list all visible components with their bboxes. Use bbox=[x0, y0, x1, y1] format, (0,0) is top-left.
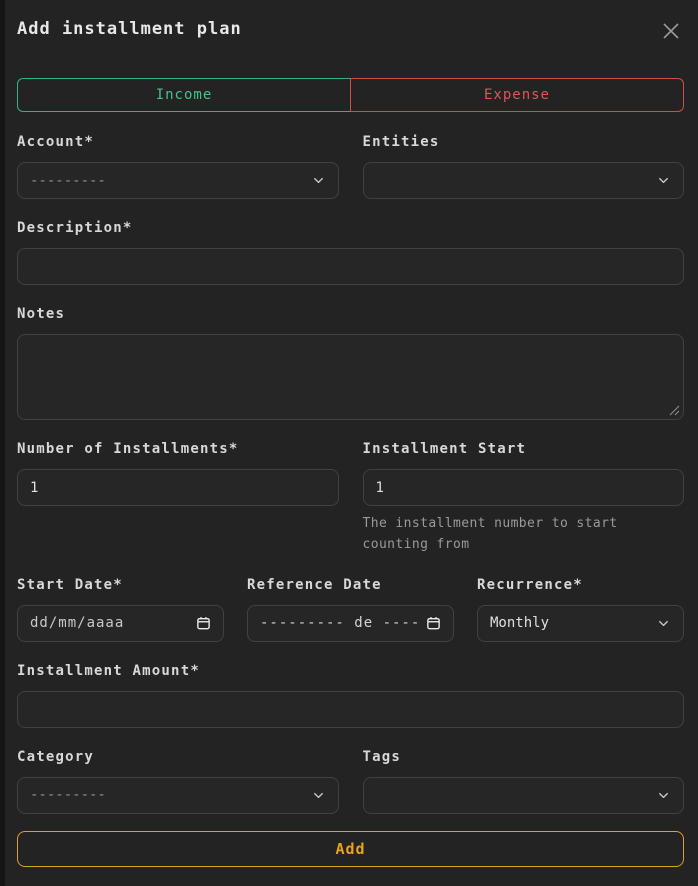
start-date-field: Start Date* dd/mm/aaaa bbox=[17, 577, 224, 642]
recurrence-select[interactable]: Monthly bbox=[477, 605, 684, 642]
modal-header: Add installment plan bbox=[17, 16, 684, 44]
account-select[interactable]: --------- bbox=[17, 162, 339, 199]
installment-amount-row: Installment Amount* bbox=[17, 663, 684, 728]
reference-date-input[interactable]: --------- de ---- bbox=[247, 605, 454, 642]
close-button[interactable] bbox=[658, 18, 684, 44]
add-button[interactable]: Add bbox=[17, 831, 684, 867]
account-field: Account* --------- bbox=[17, 134, 339, 199]
expense-tab[interactable]: Expense bbox=[350, 78, 684, 112]
tags-label: Tags bbox=[363, 749, 685, 765]
transaction-type-toggle: Income Expense bbox=[17, 78, 684, 112]
category-field: Category --------- bbox=[17, 749, 339, 814]
recurrence-field: Recurrence* Monthly bbox=[477, 577, 684, 642]
start-date-input[interactable]: dd/mm/aaaa bbox=[17, 605, 224, 642]
category-select[interactable]: --------- bbox=[17, 777, 339, 814]
income-tab[interactable]: Income bbox=[17, 78, 350, 112]
number-of-installments-input[interactable]: 1 bbox=[17, 469, 339, 506]
category-tags-row: Category --------- Tags bbox=[17, 749, 684, 814]
notes-label: Notes bbox=[17, 306, 684, 322]
modal-title: Add installment plan bbox=[17, 16, 242, 42]
installment-start-help-text: The installment number to start counting… bbox=[363, 514, 685, 556]
tags-select[interactable] bbox=[363, 777, 685, 814]
recurrence-select-value: Monthly bbox=[490, 615, 549, 631]
add-installment-plan-modal: Add installment plan Income Expense Acco… bbox=[0, 0, 698, 886]
account-entities-row: Account* --------- Entities bbox=[17, 134, 684, 199]
chevron-down-icon bbox=[311, 788, 326, 803]
installment-start-label: Installment Start bbox=[363, 441, 685, 457]
start-date-label: Start Date* bbox=[17, 577, 224, 593]
installment-start-input[interactable]: 1 bbox=[363, 469, 685, 506]
account-select-value: --------- bbox=[30, 173, 106, 189]
close-icon bbox=[660, 20, 682, 42]
installment-amount-input[interactable] bbox=[17, 691, 684, 728]
installment-start-value: 1 bbox=[376, 480, 384, 496]
start-date-placeholder: dd/mm/aaaa bbox=[30, 615, 124, 631]
reference-date-field: Reference Date --------- de ---- bbox=[247, 577, 454, 642]
number-of-installments-label: Number of Installments* bbox=[17, 441, 339, 457]
chevron-down-icon bbox=[656, 173, 671, 188]
chevron-down-icon bbox=[311, 173, 326, 188]
description-input[interactable] bbox=[17, 248, 684, 285]
description-label: Description* bbox=[17, 220, 684, 236]
installment-start-field: Installment Start 1 The installment numb… bbox=[363, 441, 685, 556]
calendar-icon[interactable] bbox=[196, 615, 211, 631]
calendar-icon[interactable] bbox=[426, 615, 441, 631]
reference-date-placeholder: --------- de ---- bbox=[260, 615, 420, 631]
category-label: Category bbox=[17, 749, 339, 765]
recurrence-label: Recurrence* bbox=[477, 577, 684, 593]
resize-handle-icon[interactable] bbox=[669, 405, 680, 416]
reference-date-label: Reference Date bbox=[247, 577, 454, 593]
background-page-edge bbox=[0, 0, 5, 886]
entities-field: Entities bbox=[363, 134, 685, 199]
category-select-value: --------- bbox=[30, 787, 106, 803]
account-label: Account* bbox=[17, 134, 339, 150]
chevron-down-icon bbox=[656, 616, 671, 631]
description-row: Description* bbox=[17, 220, 684, 285]
installment-amount-label: Installment Amount* bbox=[17, 663, 684, 679]
number-of-installments-value: 1 bbox=[30, 480, 38, 496]
notes-textarea[interactable] bbox=[17, 334, 684, 420]
tags-field: Tags bbox=[363, 749, 685, 814]
dates-recurrence-row: Start Date* dd/mm/aaaa Reference Date --… bbox=[17, 577, 684, 642]
chevron-down-icon bbox=[656, 788, 671, 803]
entities-select[interactable] bbox=[363, 162, 685, 199]
number-of-installments-field: Number of Installments* 1 bbox=[17, 441, 339, 556]
entities-label: Entities bbox=[363, 134, 685, 150]
notes-row: Notes bbox=[17, 306, 684, 420]
installments-row: Number of Installments* 1 Installment St… bbox=[17, 441, 684, 556]
